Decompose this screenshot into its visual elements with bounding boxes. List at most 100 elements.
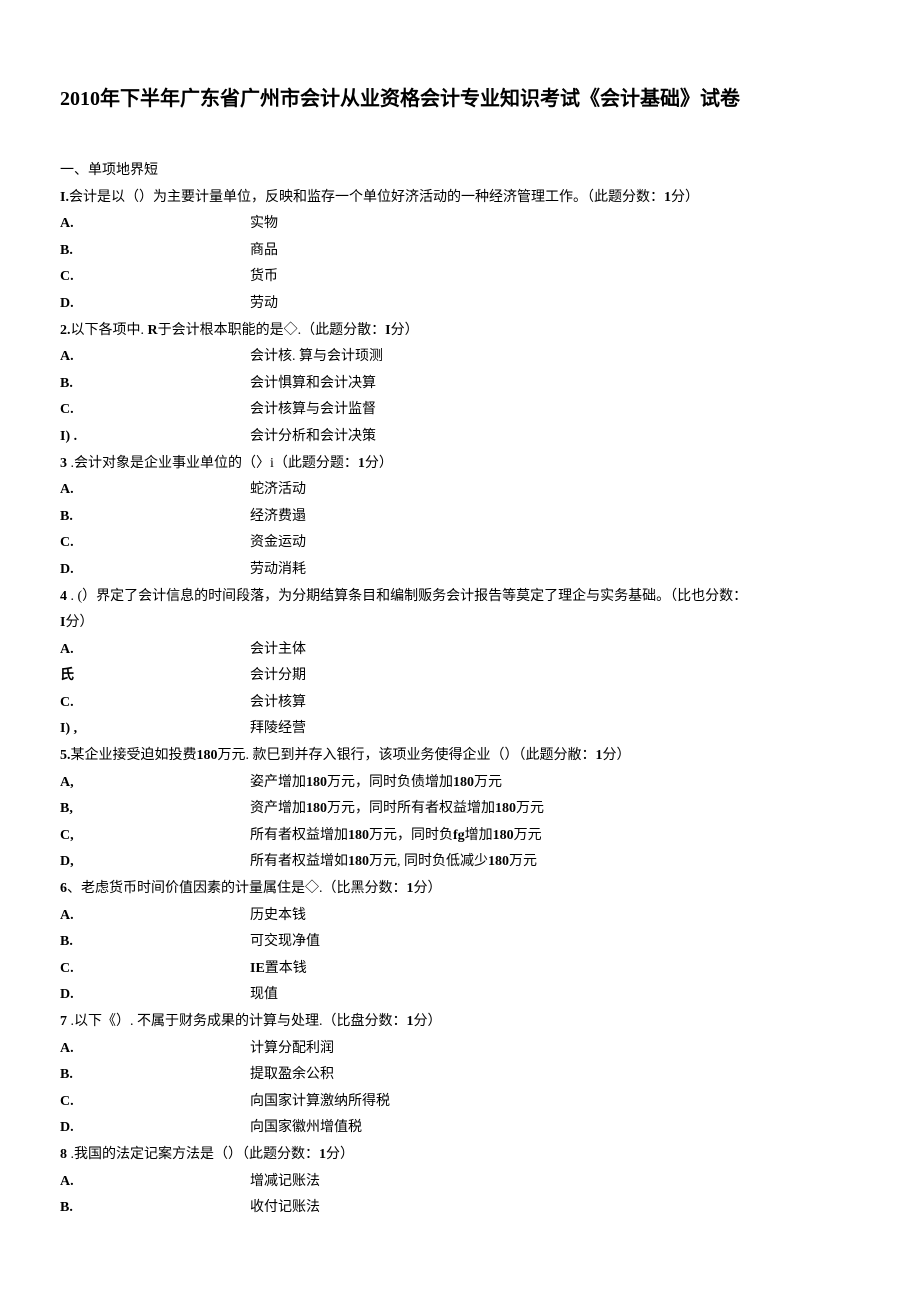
option-letter: C.: [60, 956, 250, 983]
option: B.可交现净值: [60, 929, 860, 956]
option-letter: I) .: [60, 424, 250, 451]
question: 7 .以下《）. 不属于财务成果的计算与处理.（比盘分数：1分）A.计算分配利润…: [60, 1009, 860, 1142]
page-title: 2010年下半年广东省广州市会计从业资格会计专业知识考试《会计基础》试卷: [60, 80, 860, 118]
option-letter: D.: [60, 982, 250, 1009]
question-list: I.会计是以（）为主要计量单位，反映和监存一个单位好济活动的一种经济管理工作。（…: [60, 185, 860, 1222]
option: D.向国家徽州增值税: [60, 1115, 860, 1142]
option: B.收付记账法: [60, 1195, 860, 1222]
option-text: 会计分析和会计决策: [250, 424, 860, 451]
option-text: 会计分期: [250, 663, 860, 690]
option: B.商品: [60, 238, 860, 265]
option-text: 资金运动: [250, 530, 860, 557]
option-letter: C.: [60, 397, 250, 424]
option-letter: B.: [60, 371, 250, 398]
option: C.会计核算: [60, 690, 860, 717]
option: A.会计主体: [60, 637, 860, 664]
option: D.劳动消耗: [60, 557, 860, 584]
option-text: 向国家徽州增值税: [250, 1115, 860, 1142]
option: A,姿产增加180万元，同时负债增加180万元: [60, 770, 860, 797]
option-text: 计算分配利润: [250, 1036, 860, 1063]
option-letter: A.: [60, 1036, 250, 1063]
option: C.货币: [60, 264, 860, 291]
question: 5.某企业接受迫如投费180万元. 款巳到并存入银行，该项业务使得企业（）（此题…: [60, 743, 860, 876]
option-letter: C.: [60, 264, 250, 291]
option-letter: D.: [60, 1115, 250, 1142]
option: B,资产增加180万元，同时所有者权益增加180万元: [60, 796, 860, 823]
option-text: 所有者权益增加180万元，同时负fg增加180万元: [250, 823, 860, 850]
option: C.会计核算与会计监督: [60, 397, 860, 424]
option-text: 现值: [250, 982, 860, 1009]
question-stem: 3 .会计对象是企业事业单位的（〉i（此题分题：1分）: [60, 451, 860, 478]
option-letter: B.: [60, 504, 250, 531]
question-stem: 5.某企业接受迫如投费180万元. 款巳到并存入银行，该项业务使得企业（）（此题…: [60, 743, 860, 770]
option-letter: C,: [60, 823, 250, 850]
option-letter: B.: [60, 1195, 250, 1222]
option: C.向国家计算激纳所得税: [60, 1089, 860, 1116]
option: I) ,拜陵经营: [60, 716, 860, 743]
option-text: 会计核算: [250, 690, 860, 717]
option-letter: C.: [60, 690, 250, 717]
question: 4 . (）界定了会计信息的时间段落，为分期结算条目和编制贩务会计报告等莫定了理…: [60, 584, 860, 744]
option-letter: B.: [60, 238, 250, 265]
option: A.蛇济活动: [60, 477, 860, 504]
option-text: 劳动消耗: [250, 557, 860, 584]
option: A.增减记账法: [60, 1169, 860, 1196]
option: A.计算分配利润: [60, 1036, 860, 1063]
option-text: 姿产增加180万元，同时负债增加180万元: [250, 770, 860, 797]
option-text: 经济费遢: [250, 504, 860, 531]
option: A.会计核. 算与会计顼测: [60, 344, 860, 371]
question: 8 .我国的法定记案方法是（）（此题分数：1分）A.增减记账法B.收付记账法: [60, 1142, 860, 1222]
question-stem: 7 .以下《）. 不属于财务成果的计算与处理.（比盘分数：1分）: [60, 1009, 860, 1036]
option-text: 历史本钱: [250, 903, 860, 930]
option-text: 资产增加180万元，同时所有者权益增加180万元: [250, 796, 860, 823]
option-text: 所有者权益增如180万元, 同时负低减少180万元: [250, 849, 860, 876]
question: 6、老虑货币时间价值因素的计量属住是◇.（比黑分数：1分）A.历史本钱B.可交现…: [60, 876, 860, 1009]
question-stem-tail: I分）: [60, 610, 860, 637]
option: B.经济费遢: [60, 504, 860, 531]
option: B.会计惧算和会计决算: [60, 371, 860, 398]
option-text: 会计核算与会计监督: [250, 397, 860, 424]
option-text: 会计主体: [250, 637, 860, 664]
option-letter: D.: [60, 291, 250, 318]
question: I.会计是以（）为主要计量单位，反映和监存一个单位好济活动的一种经济管理工作。（…: [60, 185, 860, 318]
option-text: 会计核. 算与会计顼测: [250, 344, 860, 371]
option-letter: B,: [60, 796, 250, 823]
option-letter: D.: [60, 557, 250, 584]
option: D.现值: [60, 982, 860, 1009]
option-text: 劳动: [250, 291, 860, 318]
option: A.历史本钱: [60, 903, 860, 930]
option-text: 会计惧算和会计决算: [250, 371, 860, 398]
option-text: IE置本钱: [250, 956, 860, 983]
question-stem: 8 .我国的法定记案方法是（）（此题分数：1分）: [60, 1142, 860, 1169]
option-text: 增减记账法: [250, 1169, 860, 1196]
option-text: 可交现净值: [250, 929, 860, 956]
option-letter: B.: [60, 1062, 250, 1089]
section-heading: 一、单项地界短: [60, 158, 860, 185]
option: C,所有者权益增加180万元，同时负fg增加180万元: [60, 823, 860, 850]
option-letter: B.: [60, 929, 250, 956]
option-letter: A.: [60, 344, 250, 371]
option-text: 货币: [250, 264, 860, 291]
question: 2.以下各项中. R于会计根本职能的是◇.（此题分散：I分）A.会计核. 算与会…: [60, 318, 860, 451]
option: 氏会计分期: [60, 663, 860, 690]
option-letter: A,: [60, 770, 250, 797]
option: D.劳动: [60, 291, 860, 318]
option-letter: D,: [60, 849, 250, 876]
option: C.IE置本钱: [60, 956, 860, 983]
option-text: 实物: [250, 211, 860, 238]
question-stem: 4 . (）界定了会计信息的时间段落，为分期结算条目和编制贩务会计报告等莫定了理…: [60, 584, 860, 611]
option: I) .会计分析和会计决策: [60, 424, 860, 451]
option-text: 拜陵经营: [250, 716, 860, 743]
question-stem: 6、老虑货币时间价值因素的计量属住是◇.（比黑分数：1分）: [60, 876, 860, 903]
option-text: 向国家计算激纳所得税: [250, 1089, 860, 1116]
option: D,所有者权益增如180万元, 同时负低减少180万元: [60, 849, 860, 876]
question-stem: 2.以下各项中. R于会计根本职能的是◇.（此题分散：I分）: [60, 318, 860, 345]
option-letter: A.: [60, 211, 250, 238]
option-text: 提取盈余公积: [250, 1062, 860, 1089]
option-text: 商品: [250, 238, 860, 265]
question-stem: I.会计是以（）为主要计量单位，反映和监存一个单位好济活动的一种经济管理工作。（…: [60, 185, 860, 212]
question: 3 .会计对象是企业事业单位的（〉i（此题分题：1分）A.蛇济活动B.经济费遢C…: [60, 451, 860, 584]
option-letter: A.: [60, 637, 250, 664]
option-letter: C.: [60, 530, 250, 557]
option-letter: A.: [60, 1169, 250, 1196]
